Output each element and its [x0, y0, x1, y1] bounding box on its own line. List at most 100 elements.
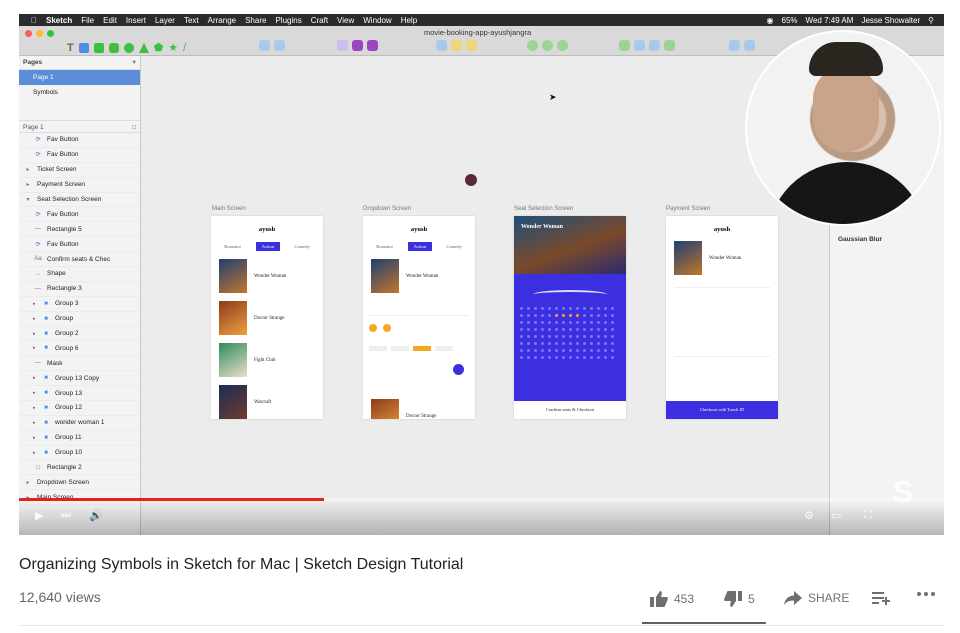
seat-dot[interactable] — [555, 335, 558, 338]
seat-dot[interactable] — [534, 335, 537, 338]
artboard-seat-selection[interactable]: Wonder Woman Confirm seats & Checkout — [514, 216, 626, 419]
seat-dot[interactable] — [583, 321, 586, 324]
seat-dot[interactable] — [520, 307, 523, 310]
disclosure-arrow-icon[interactable]: ▸ — [33, 390, 41, 396]
seat-dot[interactable] — [562, 342, 565, 345]
seat-dot[interactable] — [541, 349, 544, 352]
seat-dot[interactable] — [534, 328, 537, 331]
page-item-page-1[interactable]: Page 1 — [19, 70, 140, 85]
layer-row[interactable]: ▸ ■ Group 6 — [19, 341, 140, 357]
seat-dot[interactable] — [590, 342, 593, 345]
seat-dot[interactable] — [590, 307, 593, 310]
seat-dot[interactable] — [541, 342, 544, 345]
disclosure-arrow-icon[interactable]: ▸ — [23, 181, 33, 188]
seat-dot[interactable] — [611, 349, 614, 352]
menu-item-arrange[interactable]: Arrange — [208, 16, 236, 25]
seat-dot[interactable] — [576, 321, 579, 324]
page-item-symbols[interactable]: Symbols — [19, 85, 140, 100]
seat-dot[interactable] — [590, 349, 593, 352]
group-icon[interactable] — [259, 40, 270, 51]
seat-dot[interactable] — [527, 349, 530, 352]
seat-dot[interactable] — [520, 349, 523, 352]
seat-dot[interactable] — [576, 328, 579, 331]
volume-icon[interactable]: 🔊 — [89, 509, 103, 522]
seat-dot[interactable] — [527, 328, 530, 331]
seat-dot[interactable] — [611, 321, 614, 324]
layer-row[interactable]: ⟳ Fav Button — [19, 237, 140, 253]
gaussian-blur-setting[interactable]: Gaussian Blur — [838, 236, 882, 243]
dislike-button[interactable]: 5 — [724, 591, 755, 607]
disclosure-arrow-icon[interactable]: ▸ — [33, 450, 41, 456]
seat-dot[interactable] — [555, 349, 558, 352]
create-symbol-icon[interactable] — [337, 40, 348, 51]
seat-dot[interactable] — [604, 335, 607, 338]
tab-comedy[interactable]: Comedy — [447, 244, 462, 249]
add-page-button[interactable]: + — [132, 59, 136, 66]
seat-dot[interactable] — [604, 328, 607, 331]
disclosure-arrow-icon[interactable]: ▸ — [33, 420, 41, 426]
seat-grid[interactable] — [520, 307, 620, 359]
seat-dot[interactable] — [569, 328, 572, 331]
layer-row[interactable]: — Rectangle 3 — [19, 282, 140, 297]
movie-card[interactable]: Wonder Woman — [674, 241, 778, 275]
seat-dot[interactable] — [555, 307, 558, 310]
movie-card[interactable]: Wonder Woman — [371, 259, 475, 293]
seat-dot[interactable] — [576, 356, 579, 359]
seat-dot[interactable] — [611, 356, 614, 359]
menu-item-help[interactable]: Help — [401, 16, 417, 25]
symbol-library-icon[interactable] — [367, 40, 378, 51]
seat-dot[interactable] — [604, 342, 607, 345]
tab-action[interactable]: Action — [407, 242, 432, 251]
zoom-icon[interactable] — [47, 30, 54, 37]
polygon-tool-icon[interactable]: ⬟ — [154, 41, 164, 54]
seat-dot[interactable] — [597, 328, 600, 331]
theater-mode-icon[interactable]: ▭ — [831, 509, 841, 522]
seat-dot[interactable] — [576, 349, 579, 352]
tab-romance[interactable]: Romance — [376, 244, 393, 249]
disclosure-arrow-icon[interactable]: ▸ — [33, 435, 41, 441]
layer-row[interactable]: — Rectangle 5 — [19, 222, 140, 238]
seat-dot[interactable] — [569, 356, 572, 359]
seat-dot[interactable] — [569, 342, 572, 345]
seat-dot[interactable] — [590, 328, 593, 331]
seat-dot[interactable] — [604, 356, 607, 359]
mirror-icon[interactable] — [729, 40, 740, 51]
movie-card[interactable]: Doctor Strange — [371, 399, 475, 419]
seat-dot[interactable] — [555, 314, 558, 317]
like-button[interactable]: 453 — [650, 591, 694, 607]
seat-dot[interactable] — [534, 321, 537, 324]
seat-dot[interactable] — [590, 335, 593, 338]
disclosure-arrow-icon[interactable]: ▸ — [33, 405, 41, 411]
artboard-label-seat[interactable]: Seat Selection Screen — [514, 206, 573, 212]
artboard-payment-screen[interactable]: ayush Wonder Woman Checkout with Touch I… — [666, 216, 778, 419]
disclosure-open-icon[interactable]: ▾ — [23, 196, 33, 203]
disclosure-arrow-icon[interactable]: ▸ — [33, 301, 41, 307]
seat-dot[interactable] — [576, 314, 579, 317]
seat-dot[interactable] — [555, 321, 558, 324]
share-button[interactable]: SHARE — [784, 591, 849, 605]
menu-item-window[interactable]: Window — [363, 16, 391, 25]
seat-dot[interactable] — [562, 335, 565, 338]
movie-card[interactable]: Fight Club — [219, 343, 323, 377]
layer-row[interactable]: ⟳ Fav Button — [19, 148, 140, 163]
next-icon[interactable]: ⏭ — [61, 509, 71, 522]
subtract-icon[interactable] — [542, 40, 553, 51]
seat-dot[interactable] — [520, 321, 523, 324]
app-menu[interactable]: Sketch — [46, 16, 72, 25]
seat-dot[interactable] — [548, 307, 551, 310]
fab-button[interactable] — [453, 364, 464, 375]
menu-item-layer[interactable]: Layer — [155, 16, 175, 25]
artboard-main-screen[interactable]: ayush Romance Action Comedy Wonder Woman… — [211, 216, 323, 419]
seat-dot[interactable] — [569, 321, 572, 324]
seat-dot[interactable] — [590, 356, 593, 359]
union-icon[interactable] — [527, 40, 538, 51]
seat-dot[interactable] — [576, 335, 579, 338]
tab-romance[interactable]: Romance — [224, 244, 241, 249]
seat-dot[interactable] — [583, 342, 586, 345]
seat-dot[interactable] — [541, 335, 544, 338]
seat-dot[interactable] — [597, 321, 600, 324]
close-icon[interactable] — [25, 30, 32, 37]
collapse-icon[interactable]: □ — [132, 124, 136, 131]
seat-dot[interactable] — [548, 356, 551, 359]
seat-dot[interactable] — [583, 349, 586, 352]
